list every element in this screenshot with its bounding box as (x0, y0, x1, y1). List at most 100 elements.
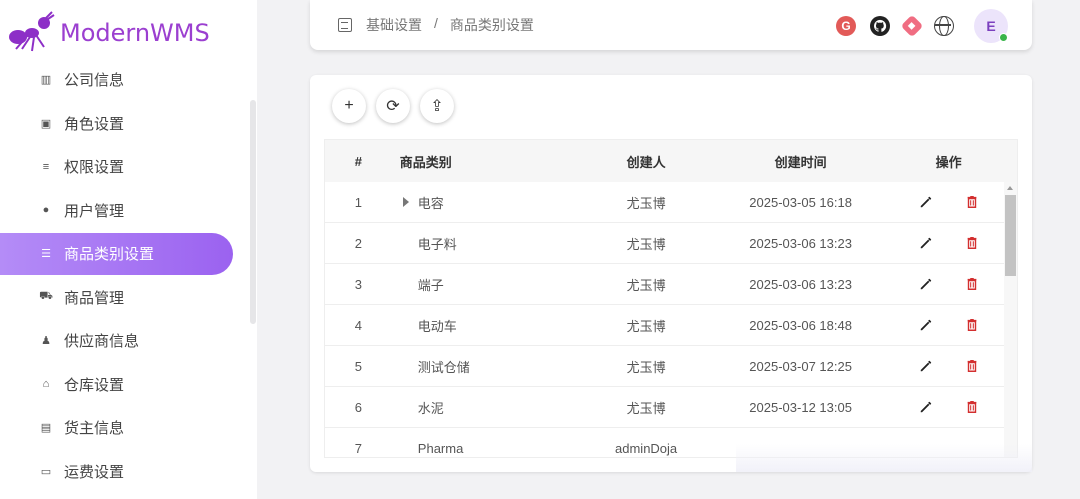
row-creator: 尤玉博 (626, 318, 666, 334)
row-category: 测试仓储 (417, 359, 470, 375)
col-header-time[interactable]: 创建时间 (721, 152, 881, 171)
table-row[interactable]: 2 电子料 尤玉博 2025-03-06 13:23 (325, 223, 1017, 264)
col-header-creator[interactable]: 创建人 (571, 152, 721, 171)
expand-caret-icon[interactable] (402, 197, 409, 207)
col-header-category[interactable]: 商品类别 (392, 152, 572, 171)
sidebar-scrollbar[interactable] (250, 100, 256, 324)
table-row[interactable]: 5 测试仓储 尤玉博 2025-03-07 12:25 (325, 346, 1017, 387)
sidebar: ModernWMS ▥ 公司信息 ▣ 角色设置 ≡ 权限设置 ● 用户管理 ☰ 商品类别设置 ⛟ 商品… (0, 0, 257, 499)
row-created-time: 2025-03-06 18:48 (749, 317, 852, 333)
app-name: ModernWMS (60, 19, 210, 47)
edit-icon[interactable] (918, 317, 934, 333)
row-category-cell: 测试仓储 (392, 357, 572, 376)
sidebar-item[interactable]: ▥ 公司信息 (0, 58, 257, 102)
user-icon: ● (42, 204, 50, 217)
col-header-actions: 操作 (935, 154, 962, 170)
sidebar-item[interactable]: ▣ 角色设置 (0, 102, 257, 146)
globe-icon[interactable] (934, 16, 954, 36)
row-index: 1 (354, 194, 363, 210)
breadcrumb-separator: / (434, 15, 438, 31)
row-creator: 尤玉博 (626, 400, 666, 416)
sidebar-item[interactable]: ⛟ 商品管理 (0, 276, 257, 320)
sidebar-item-label: 仓库设置 (64, 376, 125, 394)
delete-icon[interactable] (964, 194, 980, 210)
row-category-cell: 电动车 (392, 316, 572, 335)
ant-logo-icon (9, 11, 55, 52)
github-icon[interactable] (870, 16, 890, 36)
table-row[interactable]: 3 端子 尤玉博 2025-03-06 13:23 (325, 264, 1017, 305)
menu-lines-icon: ≡ (42, 160, 50, 173)
sidebar-item[interactable]: ♟ 供应商信息 (0, 319, 257, 363)
table-row[interactable]: 4 电动车 尤玉博 2025-03-06 18:48 (325, 305, 1017, 346)
row-actions (880, 317, 1017, 333)
warehouse-icon: ⌂ (42, 378, 50, 391)
gitee-icon[interactable]: G (836, 16, 856, 36)
row-creator: 尤玉博 (626, 277, 666, 293)
delete-icon[interactable] (964, 317, 980, 333)
row-category-cell: 电容 (392, 193, 572, 212)
row-creator: 尤玉博 (626, 195, 666, 211)
sidebar-item[interactable]: ▤ 货主信息 (0, 406, 257, 450)
row-index: 4 (354, 317, 363, 333)
breadcrumb-item[interactable]: 基础设置 (366, 15, 422, 35)
table-scrollbar[interactable] (1004, 182, 1017, 457)
top-header: 基础设置 / 商品类别设置 G ◆ E (310, 0, 1032, 50)
edit-icon[interactable] (918, 399, 934, 415)
delete-icon[interactable] (964, 358, 980, 374)
sidebar-item[interactable]: ⌂ 仓库设置 (0, 363, 257, 407)
export-button[interactable]: ⇪ (420, 89, 454, 123)
sidebar-item-label: 运费设置 (64, 463, 125, 481)
row-index: 5 (354, 358, 363, 374)
edit-icon[interactable] (918, 235, 934, 251)
scroll-up-arrow-icon[interactable] (1007, 186, 1013, 190)
sidebar-item-label: 商品类别设置 (64, 246, 155, 264)
sidebar-item[interactable]: ≡ 权限设置 (0, 145, 257, 189)
sidebar-item-label: 权限设置 (64, 159, 125, 177)
breadcrumb-item: 商品类别设置 (449, 17, 534, 33)
list-icon: ☰ (41, 248, 51, 261)
row-index: 7 (354, 440, 363, 456)
sidebar-item-label: 货主信息 (64, 420, 125, 438)
delete-icon[interactable] (964, 276, 980, 292)
edit-icon[interactable] (918, 358, 934, 374)
cart-icon: ⛟ (39, 290, 53, 303)
delete-icon[interactable] (964, 399, 980, 415)
row-actions (880, 276, 1017, 292)
row-created-time: 2025-03-07 12:25 (749, 358, 852, 374)
row-actions (880, 358, 1017, 374)
add-button[interactable]: + (332, 89, 366, 123)
refresh-icon: ⟳ (386, 98, 400, 115)
table-toolbar: + ⟳ ⇪ (332, 89, 454, 123)
delete-icon[interactable] (964, 235, 980, 251)
edit-icon[interactable] (918, 276, 934, 292)
row-actions (880, 399, 1017, 415)
app-logo[interactable]: ModernWMS (8, 8, 210, 58)
avatar[interactable]: E (974, 9, 1008, 43)
refresh-button[interactable]: ⟳ (376, 89, 410, 123)
online-status-dot (999, 33, 1008, 42)
row-created-time: 2025-03-05 16:18 (749, 194, 852, 210)
col-header-index: # (354, 153, 363, 169)
table-row[interactable]: 7 Pharma adminDoja (325, 428, 1017, 457)
sidebar-item[interactable]: ☰ 商品类别设置 (0, 232, 257, 276)
table-row[interactable]: 1 电容 尤玉博 2025-03-05 16:18 (325, 182, 1017, 223)
sidebar-nav: ▥ 公司信息 ▣ 角色设置 ≡ 权限设置 ● 用户管理 ☰ 商品类别设置 ⛟ 商品管理 ♟ 供应商信息 ⌂ 仓… (0, 58, 257, 493)
sidebar-item[interactable]: ● 用户管理 (0, 189, 257, 233)
sidebar-item[interactable]: ▭ 运费设置 (0, 450, 257, 494)
sidebar-item-label: 供应商信息 (64, 333, 140, 351)
table-header: # 商品类别 创建人 创建时间 操作 (325, 140, 1017, 182)
scrollbar-thumb[interactable] (1005, 195, 1016, 276)
sidebar-item-label: 公司信息 (64, 72, 125, 90)
row-index: 2 (354, 235, 363, 251)
sidebar-item-label: 用户管理 (64, 202, 125, 220)
header-icons: G ◆ E (836, 9, 1008, 43)
sidebar-item-label: 商品管理 (64, 289, 125, 307)
category-card: + ⟳ ⇪ # 商品类别 创建人 创建时间 操作 1 电容 尤玉博 2025-03-0… (310, 75, 1032, 472)
sidebar-item-label: 角色设置 (64, 115, 125, 133)
row-creator: 尤玉博 (626, 236, 666, 252)
edit-icon[interactable] (918, 194, 934, 210)
row-created-time: 2025-03-12 13:05 (749, 399, 852, 415)
table-row[interactable]: 6 水泥 尤玉博 2025-03-12 13:05 (325, 387, 1017, 428)
gitcode-icon[interactable]: ◆ (900, 14, 924, 38)
row-index: 3 (354, 276, 363, 292)
